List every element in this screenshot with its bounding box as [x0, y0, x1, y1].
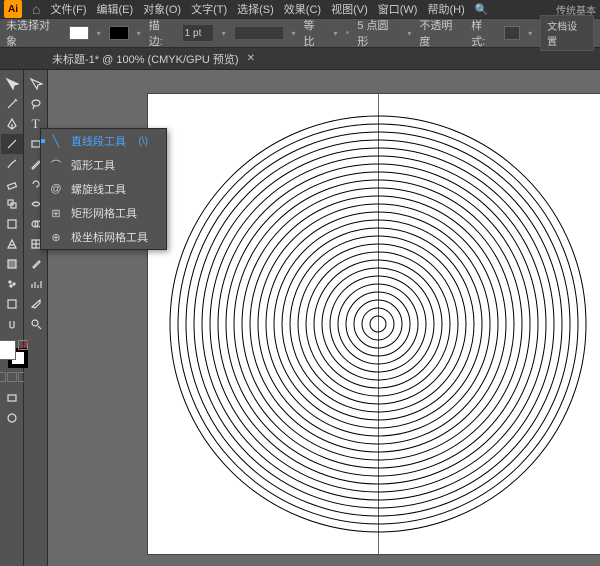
document-tabbar: 未标题-1* @ 100% (CMYK/GPU 预览) ✕ — [0, 48, 600, 70]
flyout-label: 螺旋线工具 — [71, 181, 126, 197]
perspective-tool[interactable] — [1, 234, 23, 254]
menu-window[interactable]: 窗口(W) — [378, 1, 418, 17]
line-tool-flyout: ╲ 直线段工具 (\) ⌒ 弧形工具 @ 螺旋线工具 ⊞ 矩形网格工具 ⊕ 极坐… — [40, 128, 167, 250]
menu-edit[interactable]: 编辑(E) — [97, 1, 134, 17]
fill-swatch[interactable] — [69, 26, 89, 40]
fill-stroke-swatch[interactable] — [0, 340, 28, 368]
doc-setup-button[interactable]: 文档设置 — [540, 15, 594, 51]
arc-icon: ⌒ — [49, 158, 63, 172]
search-icon[interactable]: 🔍 — [475, 3, 489, 16]
document-tab[interactable]: 未标题-1* @ 100% (CMYK/GPU 预览) — [52, 51, 239, 67]
flyout-label: 矩形网格工具 — [71, 205, 137, 221]
style-label: 样式: — [471, 17, 496, 49]
graph-tool[interactable] — [25, 274, 47, 294]
polar-icon: ⊕ — [49, 230, 63, 244]
free-transform-tool[interactable] — [1, 214, 23, 234]
lasso-tool[interactable] — [25, 94, 47, 114]
flyout-label: 极坐标网格工具 — [71, 229, 148, 245]
opacity-label[interactable]: 不透明度 — [419, 17, 463, 49]
gradient-tool[interactable] — [1, 254, 23, 274]
toolbar-col-1 — [0, 70, 24, 566]
stroke-label: 描边: — [149, 17, 174, 49]
profile-select[interactable]: 5 点圆形 — [357, 17, 399, 49]
stroke-dash[interactable] — [234, 26, 284, 40]
menu-object[interactable]: 对象(O) — [143, 1, 181, 17]
flyout-shortcut: (\) — [139, 136, 148, 147]
selection-status: 未选择对象 — [6, 17, 61, 49]
flyout-label: 直线段工具 — [71, 133, 126, 149]
direct-selection-tool[interactable] — [25, 74, 47, 94]
zoom-tool[interactable] — [25, 314, 47, 334]
magic-wand-tool[interactable] — [1, 94, 23, 114]
menu-file[interactable]: 文件(F) — [50, 1, 86, 17]
artwork-circles — [158, 104, 598, 544]
line-icon: ╲ — [49, 134, 63, 148]
menubar: Ai ⌂ 文件(F) 编辑(E) 对象(O) 文字(T) 选择(S) 效果(C)… — [0, 0, 600, 18]
app-logo: Ai — [4, 0, 22, 18]
stroke-dropdown-icon[interactable]: ▾ — [137, 29, 141, 38]
fill-color[interactable] — [0, 340, 16, 360]
flyout-spiral[interactable]: @ 螺旋线工具 — [41, 177, 166, 201]
fill-dropdown-icon[interactable]: ▾ — [97, 29, 101, 38]
artboard-tool[interactable] — [1, 294, 23, 314]
draw-mode-tool[interactable] — [1, 408, 23, 428]
line-tool[interactable] — [1, 134, 23, 154]
spiral-icon: @ — [49, 182, 63, 196]
symbol-spray-tool[interactable] — [1, 274, 23, 294]
hand-tool[interactable] — [1, 314, 23, 334]
menu-view[interactable]: 视图(V) — [331, 1, 368, 17]
menu-help[interactable]: 帮助(H) — [427, 1, 464, 17]
menu-effect[interactable]: 效果(C) — [284, 1, 321, 17]
flyout-arc[interactable]: ⌒ 弧形工具 — [41, 153, 166, 177]
eyedropper-tool[interactable] — [25, 254, 47, 274]
none-icon[interactable] — [18, 340, 28, 350]
screen-mode-tool[interactable] — [1, 388, 23, 408]
style-swatch[interactable] — [504, 26, 520, 40]
flyout-line-segment[interactable]: ╲ 直线段工具 (\) — [41, 129, 166, 153]
home-icon[interactable]: ⌂ — [32, 1, 40, 17]
menu-select[interactable]: 选择(S) — [237, 1, 274, 17]
flyout-label: 弧形工具 — [71, 157, 115, 173]
grid-icon: ⊞ — [49, 206, 63, 220]
close-icon[interactable]: ✕ — [247, 53, 255, 64]
pen-tool[interactable] — [1, 114, 23, 134]
stroke-swatch[interactable] — [109, 26, 129, 40]
slice-tool[interactable] — [25, 294, 47, 314]
selection-tool[interactable] — [1, 74, 23, 94]
flyout-polar-grid[interactable]: ⊕ 极坐标网格工具 — [41, 225, 166, 249]
artboard[interactable] — [148, 94, 600, 554]
flyout-rect-grid[interactable]: ⊞ 矩形网格工具 — [41, 201, 166, 225]
scale-tool[interactable] — [1, 194, 23, 214]
selected-dot-icon — [41, 139, 45, 143]
brush-tool[interactable] — [1, 154, 23, 174]
stroke-weight-stepper[interactable]: ▾ — [222, 29, 226, 38]
uniform-label[interactable]: 等比 — [304, 17, 326, 49]
control-bar: 未选择对象 ▾ ▾ 描边: ▾ ▾ 等比▾ • 5 点圆形▾ 不透明度 样式: … — [0, 18, 600, 48]
stroke-weight-input[interactable] — [182, 24, 214, 42]
menu-type[interactable]: 文字(T) — [191, 1, 227, 17]
eraser-tool[interactable] — [1, 174, 23, 194]
